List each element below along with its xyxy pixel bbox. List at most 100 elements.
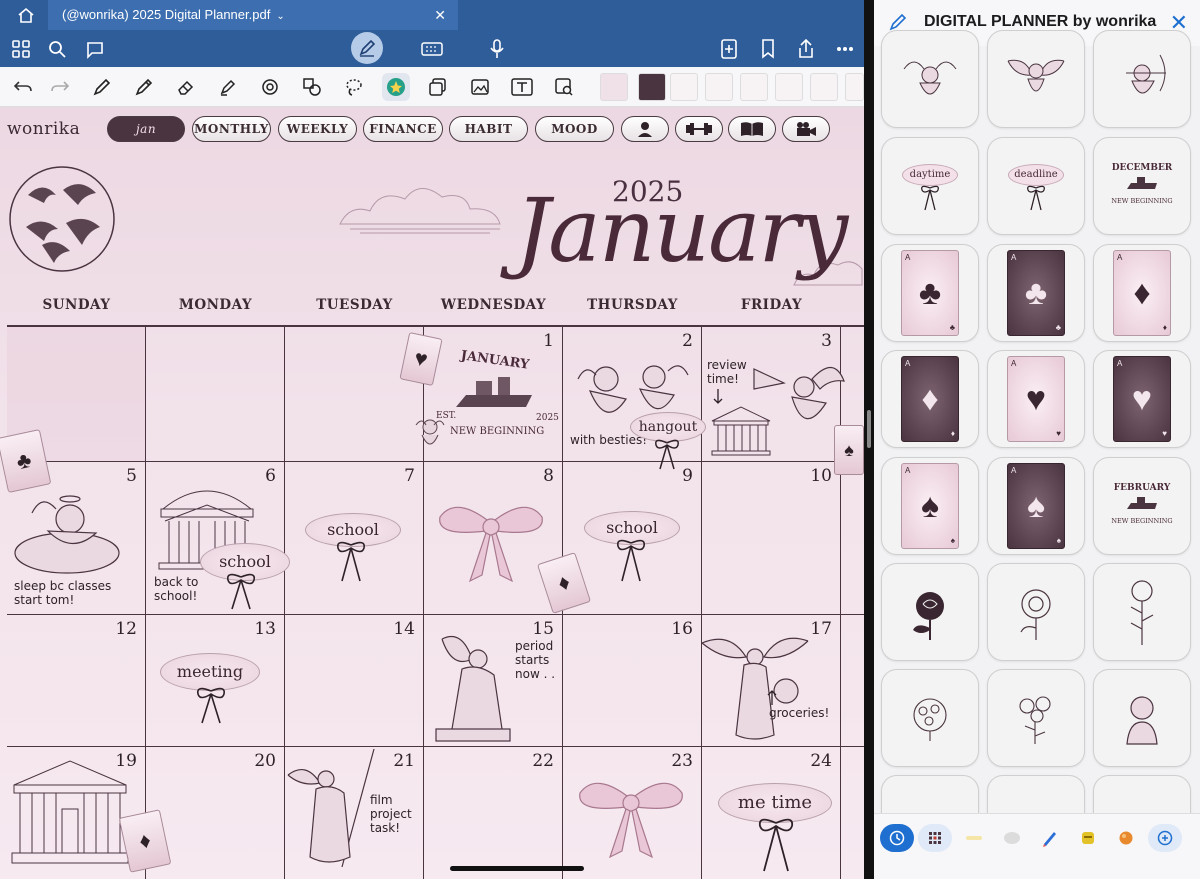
lasso-icon[interactable] [340,73,368,101]
sticker-tile-spade-card-light[interactable]: A ♠ ♠ [881,457,979,555]
sticker-tile-rose[interactable] [881,563,979,661]
sticker-tile-bust-statue[interactable] [1093,669,1191,767]
temple-facade-sticker[interactable] [10,757,130,867]
note-period[interactable]: period starts now . . [515,639,561,681]
keyboard-icon[interactable] [417,30,447,67]
book-icon[interactable] [728,116,776,142]
sticker-tile-daytime[interactable]: daytime [881,137,979,235]
sticker-tile-spade-card-dark[interactable]: A ♠ ♠ [987,457,1085,555]
nav-tab-weekly[interactable]: WEEKLY [278,116,357,142]
sticker-tile-club-card-light[interactable]: A ♣ ♣ [881,244,979,342]
sticker-tile-hydrangea[interactable] [881,669,979,767]
split-view-divider[interactable] [864,0,874,879]
more-icon[interactable] [830,30,860,67]
sticker-tile-flower-stem[interactable] [1093,563,1191,661]
eraser-icon[interactable] [172,73,200,101]
calendar-cell-empty[interactable] [146,327,285,462]
sticker-pack-tab[interactable] [1110,824,1142,852]
text-box-icon[interactable] [508,73,536,101]
calendar-cell[interactable]: 12 [7,615,146,747]
calendar-cell[interactable]: 16 [563,615,702,747]
divider-handle[interactable] [867,410,871,448]
calendar-cell-partial[interactable] [841,747,864,879]
note-groceries[interactable]: groceries! [769,706,829,720]
recent-sticker-thumb[interactable] [810,73,838,101]
recent-sticker-thumb[interactable] [670,73,698,101]
sleeping-cherub-cloud-sticker[interactable] [12,483,122,577]
recent-sticker-thumb[interactable] [600,73,628,101]
sticker-tile-cherub[interactable] [881,30,979,128]
angel-trumpet-sticker[interactable] [750,359,846,439]
note-sleep-classes[interactable]: sleep bc classes start tom! [14,579,132,607]
calendar-cell-empty[interactable] [285,327,424,462]
bookmark-icon[interactable] [753,30,783,67]
angel-spear-sticker[interactable] [286,747,376,873]
sticker-tile-peony[interactable] [987,563,1085,661]
sticker-tool-icon[interactable] [382,73,410,101]
calendar-cell-partial[interactable] [841,462,864,615]
recent-sticker-thumb[interactable] [638,73,666,101]
image-search-icon[interactable] [550,73,578,101]
recent-clock-icon[interactable] [880,824,914,852]
chevron-down-icon[interactable]: ⌄ [276,2,284,32]
recent-sticker-thumb[interactable] [740,73,768,101]
sticker-pack-tab[interactable] [958,824,990,852]
undo-icon[interactable] [9,73,37,101]
winged-angel-sticker[interactable] [700,631,810,743]
search-icon[interactable] [42,30,72,67]
close-tab-icon[interactable]: ✕ [434,0,446,30]
sticker-tile-cherub[interactable] [987,30,1085,128]
pen-tool-icon[interactable] [88,73,116,101]
highlighter-icon[interactable] [214,73,242,101]
microphone-icon[interactable] [482,30,512,67]
sticker-pack-tab[interactable] [1034,824,1066,852]
calendar-cell[interactable]: 22 [424,747,563,879]
sticker-tile-december[interactable]: DECEMBER NEW BEGINNING [1093,137,1191,235]
sticker-pack-tab[interactable] [918,824,952,852]
add-sticker-pack-icon[interactable] [1148,824,1182,852]
nav-tab-monthly[interactable]: MONTHLY [192,116,271,142]
image-icon[interactable] [466,73,494,101]
january-new-beginning-sticker[interactable]: JANUARY EST. 2025 NEW BEGINNING [436,347,559,447]
sticker-tile-diamond-card-light[interactable]: A ♦ ♦ [1093,244,1191,342]
sticker-tile-club-card-dark[interactable]: A ♣ ♣ [987,244,1085,342]
sticker-tile-february[interactable]: FEBRUARY NEW BEGINNING [1093,457,1191,555]
redo-icon[interactable] [46,73,74,101]
mourning-angel-statue-sticker[interactable] [432,629,514,743]
ai-assist-icon[interactable] [80,30,110,67]
shape-tool-icon[interactable] [256,73,284,101]
nav-tab-mood[interactable]: MOOD [535,116,614,142]
sticker-pack-tab[interactable] [996,824,1028,852]
nav-tab-habit[interactable]: HABIT [449,116,528,142]
copy-icon[interactable] [424,73,452,101]
spade-card-sticker[interactable]: ♠ [834,425,864,475]
home-icon[interactable] [16,6,36,24]
dumbbell-icon[interactable] [675,116,723,142]
person-icon[interactable] [621,116,669,142]
cherub-sticker[interactable] [412,413,448,459]
calendar-cell-partial[interactable] [841,615,864,747]
note-review-time[interactable]: review time! [707,358,747,386]
recent-sticker-thumb[interactable] [775,73,803,101]
document-tab[interactable]: (@wonrika) 2025 Digital Planner.pdf ⌄ ✕ [48,0,458,30]
sticker-tile-diamond-card-dark[interactable]: A ♦ ♦ [881,350,979,448]
sticker-tile-cherub-archer[interactable] [1093,30,1191,128]
sticker-tile-heart-card-light[interactable]: A ♥ ♥ [987,350,1085,448]
calendar-cell[interactable]: 10 [702,462,841,615]
sticker-tile-deadline[interactable]: deadline [987,137,1085,235]
add-page-icon[interactable] [714,30,744,67]
recent-sticker-thumb[interactable] [845,73,864,101]
note-back-to-school[interactable]: back to school! [154,575,216,603]
share-icon[interactable] [791,30,821,67]
shapes-icon[interactable] [298,73,326,101]
pen-mode-button[interactable] [351,32,383,64]
nav-tab-finance[interactable]: FINANCE [363,116,443,142]
pink-bow-sticker[interactable] [576,777,686,861]
recent-sticker-thumb[interactable] [705,73,733,101]
calendar-cell[interactable]: 14 [285,615,424,747]
sticker-tile-heart-card-dark[interactable]: A ♥ ♥ [1093,350,1191,448]
sticker-pack-tab[interactable] [1072,824,1104,852]
camera-icon[interactable] [782,116,830,142]
pink-bow-sticker[interactable] [436,501,546,585]
sticker-tile-flower-cluster[interactable] [987,669,1085,767]
